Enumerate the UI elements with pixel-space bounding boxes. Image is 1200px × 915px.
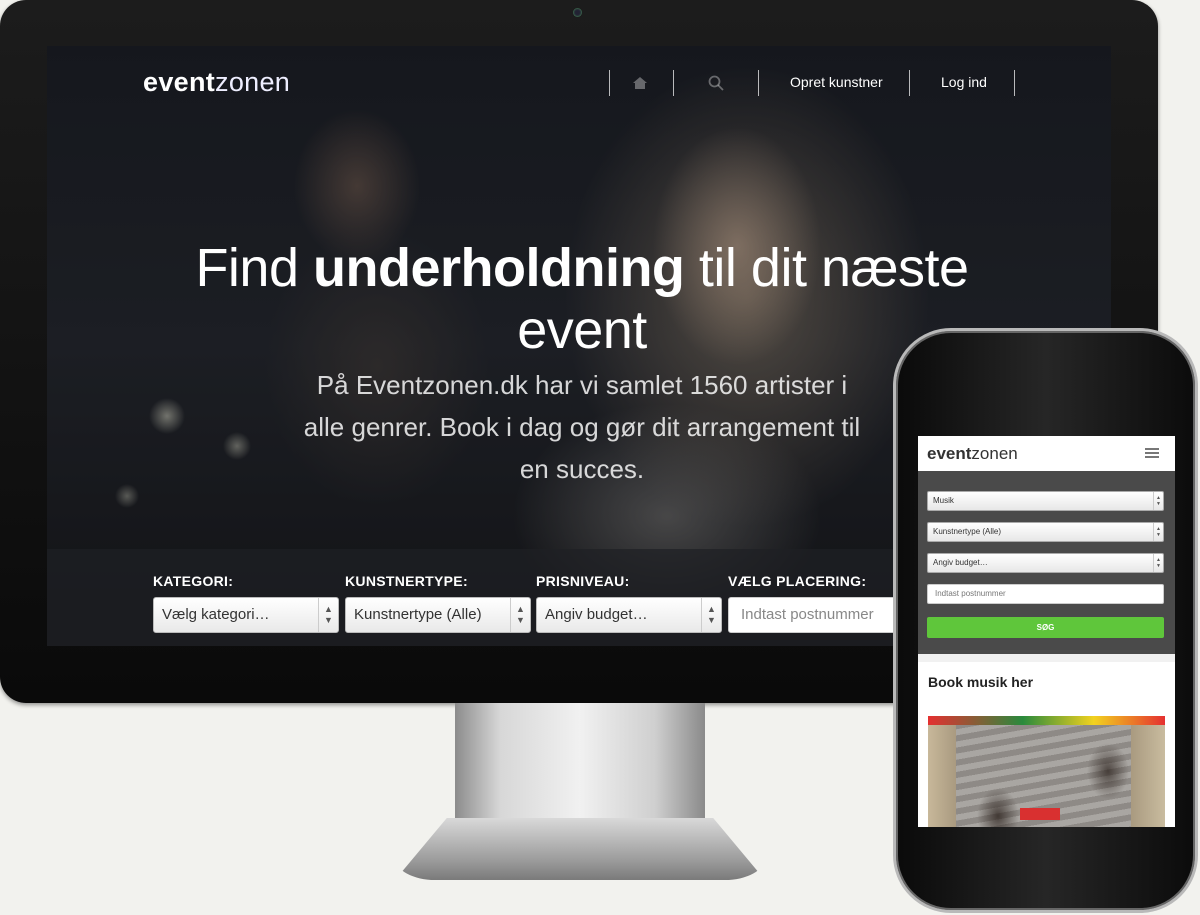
hero-title: Find underholdning til dit næste event — [195, 238, 969, 361]
mobile-search-form: Musik ▲ ▼ Kunstnertype (Alle) ▲ ▼ Angiv budg… — [918, 471, 1175, 654]
select-arrows-icon: ▲ ▼ — [1153, 554, 1163, 572]
nav-divider — [673, 70, 674, 96]
select-arrows-icon: ▲ ▼ — [1153, 523, 1163, 541]
site-logo[interactable]: eventzonen — [143, 67, 290, 98]
select-arrows-icon: ▲ ▼ — [701, 598, 721, 632]
nav-divider — [758, 70, 759, 96]
price-select[interactable]: Angiv budget… ▲ ▼ — [536, 597, 722, 633]
category-select[interactable]: Vælg kategori… ▲ ▼ — [153, 597, 339, 633]
nav-divider — [909, 70, 910, 96]
nav-divider — [609, 70, 610, 96]
mobile-site-logo[interactable]: eventzonen — [927, 444, 1018, 464]
mobile-artist-type-select[interactable]: Kunstnertype (Alle) ▲ ▼ — [927, 522, 1164, 542]
artist-type-field: KUNSTNERTYPE: Kunstnertype (Alle) ▲ ▼ — [345, 573, 531, 633]
book-music-title: Book musik her — [928, 674, 1034, 690]
hamburger-menu-icon[interactable] — [1145, 448, 1159, 459]
hero-subtitle: På Eventzonen.dk har vi samlet 1560 arti… — [303, 370, 861, 484]
artist-type-label: KUNSTNERTYPE: — [345, 573, 468, 589]
mobile-price-select[interactable]: Angiv budget… ▲ ▼ — [927, 553, 1164, 573]
home-icon[interactable] — [631, 74, 649, 92]
price-label: PRISNIVEAU: — [536, 573, 630, 589]
book-music-section: Book musik her — [918, 662, 1175, 827]
login-link[interactable]: Log ind — [941, 74, 987, 90]
create-artist-link[interactable]: Opret kunstner — [790, 74, 883, 90]
monitor-stand-base — [395, 818, 765, 880]
select-arrows-icon: ▲ ▼ — [510, 598, 530, 632]
search-icon[interactable] — [707, 74, 725, 92]
mobile-search-button[interactable]: SØG — [927, 617, 1164, 638]
category-label: KATEGORI: — [153, 573, 234, 589]
select-arrows-icon: ▲ ▼ — [1153, 492, 1163, 510]
nav-divider — [1014, 70, 1015, 96]
artist-photo[interactable] — [928, 716, 1165, 827]
mobile-header: eventzonen — [918, 436, 1175, 471]
monitor-stand-neck — [455, 703, 705, 823]
mobile-postcode-input[interactable]: Indtast postnummer — [927, 584, 1164, 604]
category-field: KATEGORI: Vælg kategori… ▲ ▼ — [153, 573, 339, 633]
select-arrows-icon: ▲ ▼ — [318, 598, 338, 632]
artist-type-select[interactable]: Kunstnertype (Alle) ▲ ▼ — [345, 597, 531, 633]
camera-dot — [573, 8, 582, 17]
mobile-category-select[interactable]: Musik ▲ ▼ — [927, 491, 1164, 511]
mobile-screen: eventzonen Musik ▲ ▼ Kunstnertype (Alle) ▲ ▼… — [918, 436, 1175, 827]
price-field: PRISNIVEAU: Angiv budget… ▲ ▼ — [536, 573, 722, 633]
